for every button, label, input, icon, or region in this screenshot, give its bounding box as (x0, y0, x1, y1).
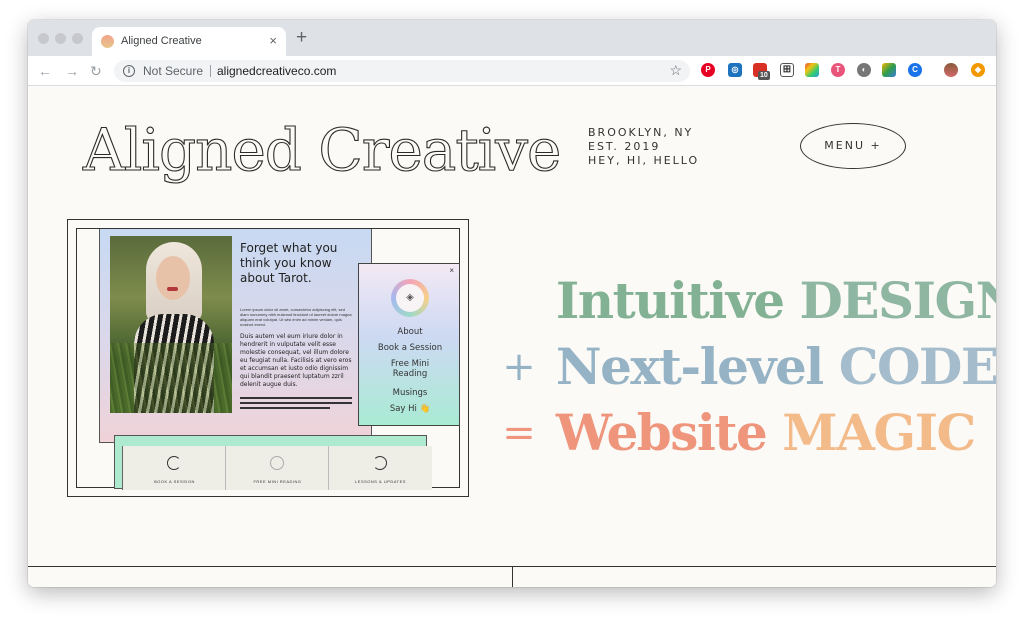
tagline-word: DESIGN (799, 271, 996, 330)
minimize-window-button[interactable] (55, 33, 66, 44)
mockup-menu-item: About (397, 327, 423, 337)
photo-face (156, 256, 190, 300)
website-mockup: Forget what you think you know about Tar… (67, 219, 469, 497)
profile-avatar-icon[interactable] (944, 63, 958, 77)
bottom-divider (512, 567, 513, 587)
address-separator (210, 65, 211, 77)
extension-count-badge: 10 (758, 71, 770, 80)
forward-arrow-icon[interactable]: → (65, 62, 79, 80)
tab-bar: Aligned Creative × + (28, 20, 996, 56)
extension-icon[interactable]: ◎ (728, 63, 742, 77)
portrait-photo (110, 236, 232, 413)
close-window-button[interactable] (38, 33, 49, 44)
mockup-inner-frame: Forget what you think you know about Tar… (76, 228, 460, 490)
mockup-menu-panel: × ◈ About Book a Session Free Mini Readi… (358, 263, 460, 426)
info-location: BROOKLYN, NY (588, 126, 694, 139)
browser-window: Aligned Creative × + ← → ↻ i Not Secure … (28, 20, 996, 587)
moon-icon (373, 456, 387, 470)
info-greeting: HEY, HI, HELLO (588, 154, 700, 167)
mockup-menu-item: Free Mini Reading (390, 359, 430, 379)
mockup-menu-item: Say Hi 👋 (389, 404, 431, 414)
t-extension-icon[interactable]: T (831, 63, 845, 77)
web-page: Aligned Creative BROOKLYN, NY EST. 2019 … (28, 86, 996, 587)
tagline-word: CODE (838, 337, 996, 396)
site-favicon-icon (101, 35, 114, 48)
info-established: EST. 2019 (588, 140, 661, 153)
security-label: Not Secure (143, 64, 204, 78)
grid-extension-icon[interactable]: ⊞ (780, 63, 794, 77)
hero-tagline: Intuitive DESIGN + Next-level CODE = Web… (498, 268, 996, 466)
tagline-word: Next-level (555, 337, 824, 396)
site-info: BROOKLYN, NY EST. 2019 HEY, HI, HELLO (588, 126, 699, 168)
tagline-line-2: + Next-level CODE (498, 334, 996, 400)
moon-icon (167, 456, 181, 470)
mockup-menu-item: Book a Session (377, 343, 443, 353)
tagline-word: MAGIC (782, 403, 976, 462)
tagline-word: Intuitive (555, 271, 785, 330)
eye-icon: ◈ (396, 284, 424, 312)
update-extension-icon[interactable]: ◆ (971, 63, 985, 77)
tab-close-icon[interactable]: × (269, 33, 277, 48)
address-bar[interactable]: i Not Secure alignedcreativeco.com ☆ (114, 60, 690, 82)
mockup-menu-item: Musings (392, 388, 428, 398)
zoom-window-button[interactable] (72, 33, 83, 44)
site-logo[interactable]: Aligned Creative (82, 115, 561, 184)
tagline-word: Website (555, 403, 768, 462)
tagline-operator: + (502, 344, 536, 390)
mockup-text-lines (240, 397, 352, 412)
sun-icon (270, 456, 284, 470)
mockup-bold-text: Duis autem vel eum iriure dolor in hendr… (240, 333, 352, 388)
browser-toolbar: ← → ↻ i Not Secure alignedcreativeco.com… (28, 56, 996, 86)
browser-tab[interactable]: Aligned Creative × (92, 27, 286, 56)
c-extension-icon[interactable]: C (908, 63, 922, 77)
strip-label: FREE MINI READING (253, 479, 302, 484)
strip-label: BOOK A SESSION (154, 479, 195, 484)
back-arrow-icon[interactable]: ← (38, 62, 52, 80)
pinterest-extension-icon[interactable]: P (701, 63, 715, 77)
dark-mode-extension-icon[interactable]: ◐ (857, 63, 871, 77)
drive-extension-icon[interactable] (882, 63, 896, 77)
strip-cell-book: BOOK A SESSION (123, 446, 226, 490)
close-icon: × (449, 266, 454, 275)
url-text[interactable]: alignedcreativeco.com (217, 64, 336, 78)
mockup-strip-inner: BOOK A SESSION FREE MINI READING LESSONS… (122, 446, 432, 490)
mockup-body-text: Lorem ipsum dolor sit amet, consectetur … (240, 307, 352, 327)
strip-cell-reading: FREE MINI READING (226, 446, 329, 490)
tagline-line-1: Intuitive DESIGN (498, 268, 996, 334)
mockup-site-preview: Forget what you think you know about Tar… (99, 229, 372, 443)
reload-icon[interactable]: ↻ (90, 62, 102, 80)
mockup-feature-strip: BOOK A SESSION FREE MINI READING LESSONS… (114, 435, 432, 490)
page-bottom-border (28, 566, 996, 587)
color-extension-icon[interactable] (805, 63, 819, 77)
tagline-operator: = (502, 410, 536, 456)
calendar-extension-icon[interactable]: 10 (753, 63, 770, 80)
mockup-heading: Forget what you think you know about Tar… (240, 241, 338, 285)
tab-title: Aligned Creative (121, 35, 202, 47)
tagline-line-3: = Website MAGIC (498, 400, 996, 466)
strip-label: LESSONS & UPDATES (355, 479, 406, 484)
info-icon[interactable]: i (123, 65, 135, 77)
photo-lips (167, 287, 178, 291)
photo-grass (110, 343, 232, 413)
strip-cell-lessons: LESSONS & UPDATES (329, 446, 432, 490)
mockup-logo-badge: ◈ (391, 279, 429, 317)
menu-button[interactable]: MENU + (800, 123, 906, 169)
new-tab-button[interactable]: + (296, 27, 307, 49)
bookmark-star-icon[interactable]: ☆ (669, 62, 682, 79)
